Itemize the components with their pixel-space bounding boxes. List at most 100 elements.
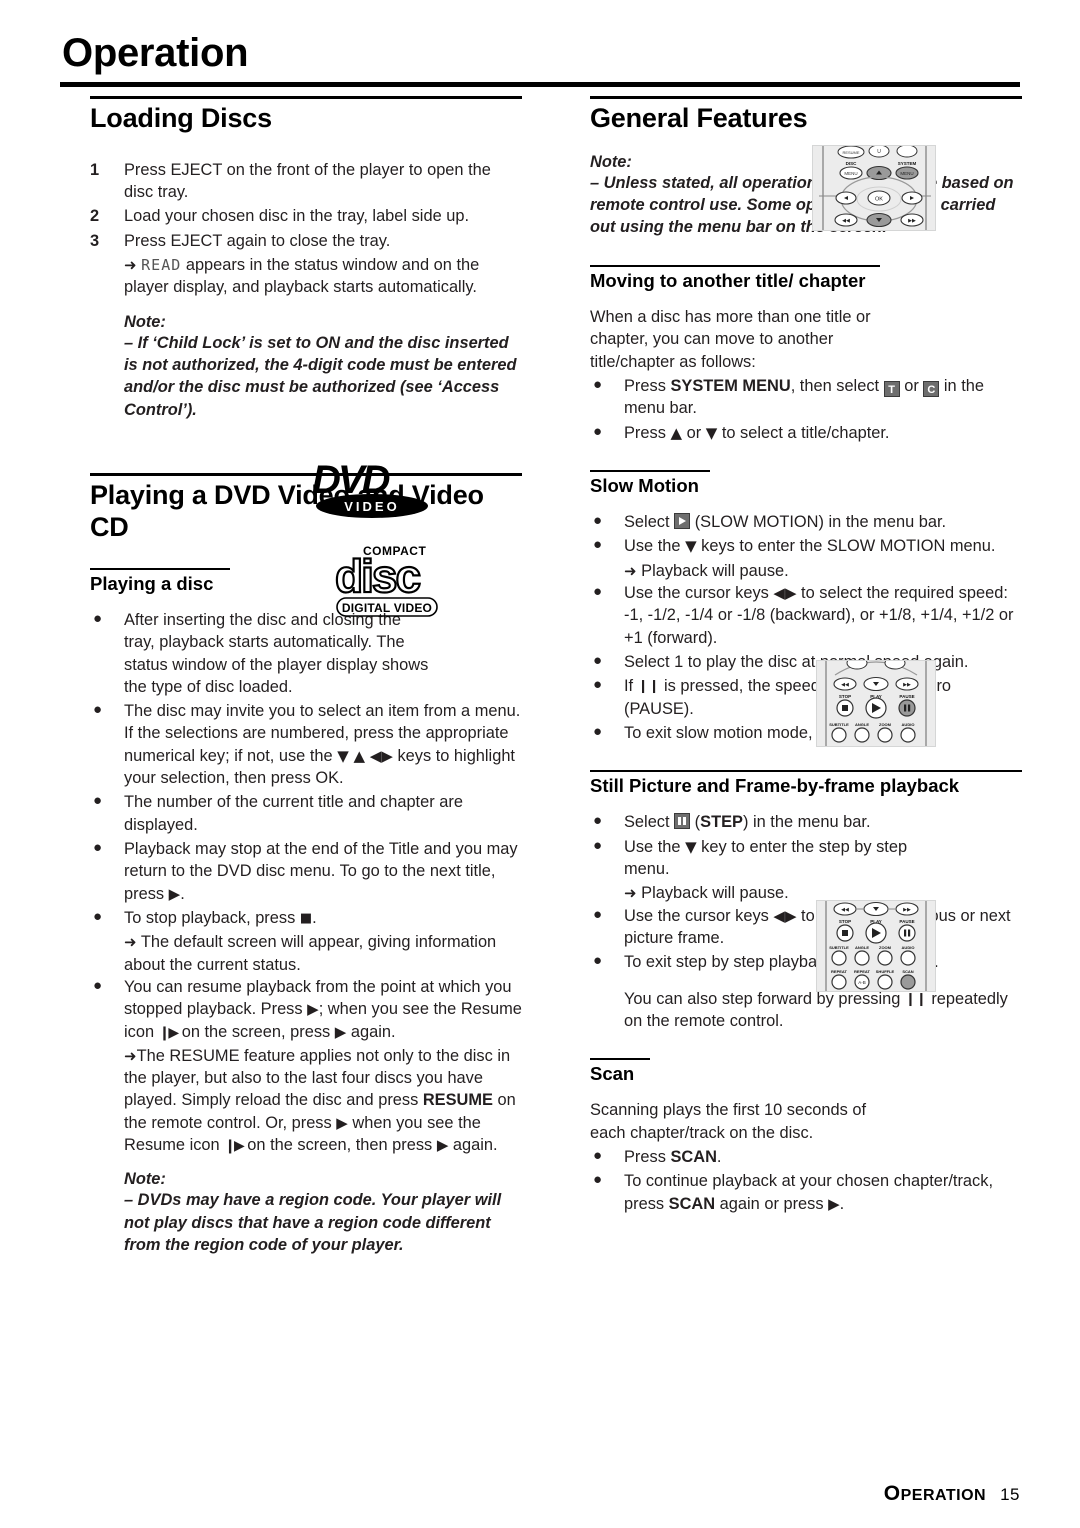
arrow-right-icon: ➜ [124, 1046, 137, 1065]
svg-text:U: U [877, 149, 881, 155]
pause-icon: ❙❙ [637, 679, 660, 695]
compact-disc-digital-video-logo: COMPACT disc DIGITAL VIDEO [334, 540, 439, 618]
page-title: Operation [62, 31, 249, 75]
remote-navigation-image: RESUME U DISC SYSTEM MENU MENU OK ◀◀ ▶▶ [812, 144, 936, 231]
svg-text:ZOOM: ZOOM [879, 722, 892, 727]
left-column: Loading Discs 1 Press EJECT on the front… [90, 96, 522, 1282]
svg-text:REPEAT: REPEAT [854, 969, 870, 974]
moving-title-intro: When a disc has more than one title or c… [590, 307, 871, 371]
section-rule [590, 96, 1022, 99]
bullet-icon: ● [593, 512, 603, 530]
section-slow-motion: Slow Motion ● Select (SLOW MOTION) in th… [590, 469, 1022, 744]
bullet-result-text: Playback will pause. [641, 884, 789, 903]
bullet-icon: ● [93, 976, 103, 994]
svg-text:PAUSE: PAUSE [899, 694, 914, 699]
chapter-menu-icon: C [923, 380, 940, 397]
bullet-icon: ● [593, 1171, 603, 1189]
list-item-bullet: ● If ❙❙ is pressed, the speed will be se… [590, 675, 1022, 720]
arrow-right-icon: ➜ [124, 933, 137, 952]
list-item-step-1: 1 Press EJECT on the front of the player… [90, 159, 522, 204]
resume-icon: ❙▶ [158, 1024, 179, 1041]
list-item-step-2: 2 Load your chosen disc in the tray, lab… [90, 205, 522, 227]
page-title-rule [60, 82, 1020, 87]
bullet-icon: ● [593, 952, 603, 970]
subsection-rule [590, 1058, 650, 1061]
step-number: 2 [90, 207, 100, 226]
note-label: Note: [124, 312, 166, 331]
subheading-slow-motion: Slow Motion [590, 474, 699, 496]
svg-text:A-B: A-B [858, 980, 866, 985]
bullet-text-cont2: on the screen, press [181, 1022, 331, 1041]
play-icon: ▶ [168, 884, 181, 903]
bullet-text-cont: keys to enter the SLOW MOTION menu. [701, 537, 996, 556]
slow-motion-menu-icon [674, 513, 691, 530]
bullet-result: ➜ The default screen will appear, giving… [90, 931, 522, 976]
list-item-step-3: 3 Press EJECT again to close the tray. [90, 230, 522, 252]
bullet-icon: ● [93, 701, 103, 719]
bullet-icon: ● [93, 609, 103, 627]
svg-text:▶▶: ▶▶ [908, 218, 916, 224]
left-right-cursor-icon: ◀▶ [773, 906, 797, 925]
play-icon: ▶ [336, 1113, 348, 1132]
svg-text:▶▶: ▶▶ [903, 907, 911, 913]
bullet-result: ➜ Playback will pause. [590, 560, 1022, 582]
pause-icon: ❙❙ [904, 991, 927, 1007]
bullet-text: Press [624, 423, 666, 442]
step-number: 1 [90, 160, 100, 179]
scan-button-label: SCAN [670, 1147, 717, 1166]
bullet-text: The number of the current title and chap… [124, 793, 463, 834]
lcd-readout: READ [141, 256, 182, 275]
bullet-result-text: Playback will pause. [641, 561, 789, 580]
footer-section-label: OPERATION [883, 1482, 987, 1505]
section-playing-dvd: Playing a DVD Video and Video CD Playing… [90, 472, 522, 1256]
bullet-icon: ● [93, 907, 103, 925]
list-item-bullet: ● Select (SLOW MOTION) in the menu bar. [590, 511, 1022, 533]
list-item-bullet: ● To exit step by step playback, press ▶… [590, 951, 1022, 973]
bullet-icon: ● [593, 836, 603, 854]
step-number: 3 [90, 231, 100, 250]
section-moving-title-chapter: Moving to another title/ chapter When a … [590, 264, 1022, 444]
up-arrow-icon: ▲ [670, 423, 683, 442]
bullet-text-cont2: or [904, 376, 919, 395]
bullet-text: Use the [624, 837, 681, 856]
note-text: – DVDs may have a region code. Your play… [124, 1191, 502, 1255]
play-icon: ▶ [828, 1194, 840, 1213]
bullet-text: After inserting the disc and closing the… [124, 610, 429, 696]
list-item-bullet: ● Use the ▼ keys to enter the SLOW MOTIO… [590, 535, 1022, 557]
list-item-bullet: ● After inserting the disc and closing t… [90, 609, 429, 698]
subheading-moving-to-another-title: Moving to another title/ chapter [590, 269, 866, 291]
bullet-text: If [624, 677, 634, 696]
bullet-icon: ● [593, 375, 603, 393]
heading-playing-dvd: Playing a DVD Video and Video CD [90, 479, 484, 542]
svg-text:VIDEO: VIDEO [344, 499, 399, 514]
step-menu-icon [674, 813, 691, 830]
section-general-features: General Features Note: – Unless stated, … [590, 96, 1022, 239]
svg-text:ZOOM: ZOOM [879, 945, 892, 950]
svg-text:DIGITAL VIDEO: DIGITAL VIDEO [342, 601, 432, 615]
bullet-result: ➜The RESUME feature applies not only to … [90, 1045, 522, 1157]
section-rule [90, 472, 522, 476]
bullet-text: Use the [624, 537, 681, 556]
stop-icon: ■ [299, 910, 313, 926]
list-item-bullet: ● Use the cursor keys ◀▶ to select the p… [590, 905, 1022, 950]
title-menu-icon: T [883, 380, 900, 397]
bullet-icon: ● [593, 651, 603, 669]
arrow-right-icon: ➜ [624, 561, 637, 580]
resume-icon: ❙▶ [224, 1138, 244, 1155]
scan-button-label: SCAN [668, 1194, 716, 1213]
svg-text:disc: disc [335, 550, 420, 602]
svg-text:AUDIO: AUDIO [902, 945, 915, 950]
subheading-scan: Scan [590, 1063, 635, 1085]
svg-text:▶▶: ▶▶ [903, 682, 911, 688]
step-button-label: STEP [700, 813, 743, 832]
left-right-cursor-icon: ◀▶ [773, 583, 797, 602]
note-text: – If ‘Child Lock’ is set to ON and the d… [124, 333, 517, 419]
bullet-text: Press [624, 376, 666, 395]
list-item-bullet: ● Select 1 to play the disc at normal sp… [590, 651, 1022, 673]
heading-loading-discs: Loading Discs [90, 103, 272, 133]
bullet-text-cont: . [716, 1147, 722, 1166]
step-text: Load your chosen disc in the tray, label… [124, 207, 470, 226]
bullet-result-text: The default screen will appear, giving i… [124, 933, 497, 974]
section-scan: Scan Scanning plays the first 10 seconds… [590, 1058, 1022, 1215]
down-arrow-icon: ▼ [685, 537, 697, 556]
